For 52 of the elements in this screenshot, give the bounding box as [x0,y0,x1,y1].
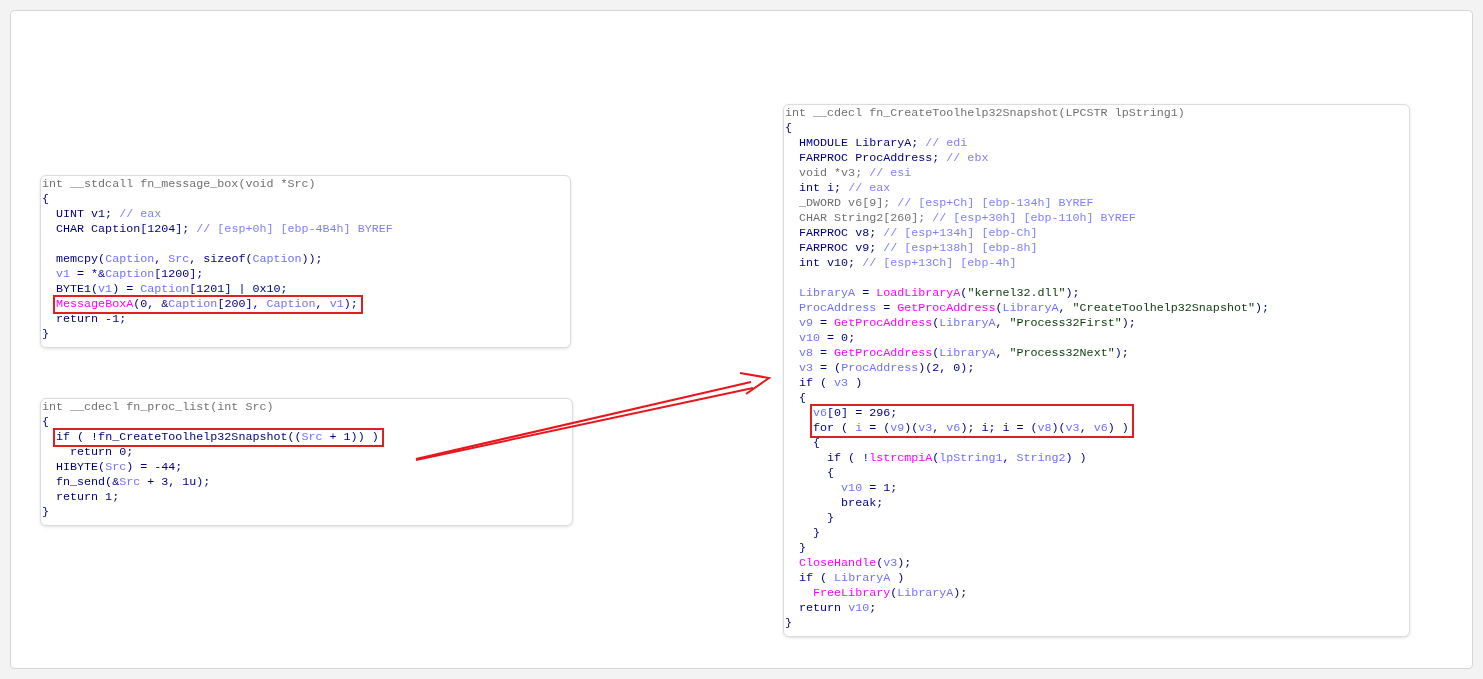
code-line: UINT v1; // eax [55,207,163,222]
code-line: FARPROC ProcAddress; // ebx [798,151,990,166]
code-line: } [42,327,50,342]
code-line: if ( !lstrcmpiA(lpString1, String2) ) [826,451,1088,466]
code-line: FreeLibrary(LibraryA); [812,586,969,601]
code-line: if ( v3 ) [798,376,864,391]
code-line: } [798,541,808,556]
code-line: v8 = GetProcAddress(LibraryA, "Process32Next"); [798,346,1130,361]
code-line: { [785,121,793,136]
code-line: void *v3; // esi [798,166,913,181]
code-line: { [42,192,50,207]
code-line: v10 = 0; [798,331,857,346]
code-line: LibraryA = LoadLibraryA("kernel32.dll"); [798,286,1081,301]
code-line: return 0; [69,445,135,460]
code-line: CloseHandle(v3); [798,556,913,571]
code-line: FARPROC v9; // [esp+138h] [ebp-8h] [798,241,1039,256]
code-line: CHAR Caption[1204]; // [esp+0h] [ebp-4B4h] BYREF [55,222,394,237]
code-line: _DWORD v6[9]; // [esp+Ch] [ebp-134h] BYREF [798,196,1095,211]
code-line: if ( LibraryA ) [798,571,906,586]
code-line: v9 = GetProcAddress(LibraryA, "Process32First"); [798,316,1137,331]
code-line: BYTE1(v1) = Caption[1201] | 0x10; [55,282,289,297]
code-line: { [812,436,822,451]
code-line: v10 = 1; [840,481,899,496]
code-line: int __cdecl fn_CreateToolhelp32Snapshot(LPCSTR lpString1) [785,106,1186,121]
code-line: v3 = (ProcAddress)(2, 0); [798,361,976,376]
code-line: FARPROC v8; // [esp+134h] [ebp-Ch] [798,226,1039,241]
code-line: { [798,391,808,406]
code-line: memcpy(Caption, Src, sizeof(Caption)); [55,252,324,267]
code-line: return 1; [55,490,121,505]
code-line: break; [840,496,885,511]
code-line: } [826,511,836,526]
code-line: int __cdecl fn_proc_list(int Src) [42,400,275,415]
code-line: v1 = *&Caption[1200]; [55,267,205,282]
code-line: } [812,526,822,541]
code-line: } [785,616,793,631]
code-line: v6[0] = 296; [813,406,899,421]
code-line: return -1; [55,312,128,327]
code-line: { [826,466,836,481]
code-line: int __stdcall fn_message_box(void *Src) [42,177,317,192]
code-line: if ( !fn_CreateToolhelp32Snapshot((Src + 1)) ) [56,430,379,445]
code-line: CHAR String2[260]; // [esp+30h] [ebp-110h] BYREF [798,211,1137,226]
code-line: MessageBoxA(0, &Caption[200], Caption, v1); [56,297,358,312]
code-line: { [42,415,50,430]
code-line: HIBYTE(Src) = -44; [55,460,184,475]
code-line: int i; // eax [798,181,892,196]
code-line: fn_send(&Src + 3, 1u); [55,475,212,490]
code-line: } [42,505,50,520]
code-line: int v10; // [esp+13Ch] [ebp-4h] [798,256,1018,271]
code-line: ProcAddress = GetProcAddress(LibraryA, "CreateToolhelp32Snapshot"); [798,301,1270,316]
code-line: return v10; [798,601,878,616]
code-line: for ( i = (v9)(v3, v6); i; i = (v8)(v3, v6) ) [813,421,1129,436]
code-line: HMODULE LibraryA; // edi [798,136,969,151]
